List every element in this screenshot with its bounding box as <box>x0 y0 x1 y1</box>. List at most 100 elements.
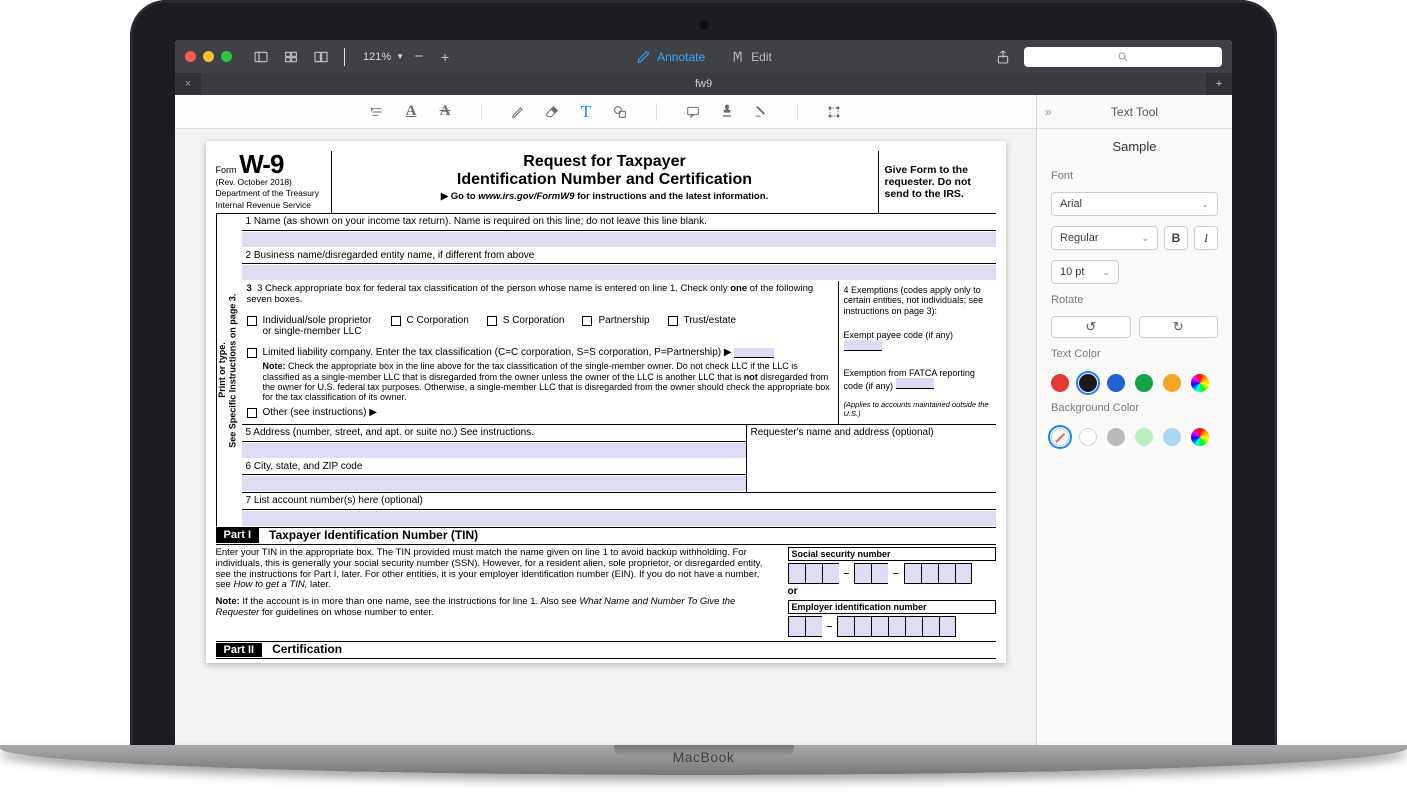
sidebar-toggle-icon[interactable] <box>250 47 272 67</box>
zoom-value[interactable]: 121% <box>363 51 391 63</box>
macbook-logo: MacBook <box>673 749 735 765</box>
bg-color-swatch-3[interactable] <box>1135 428 1153 446</box>
ex-payee-input[interactable] <box>844 340 882 351</box>
fullscreen-window[interactable] <box>221 51 232 62</box>
text-color-swatch-3[interactable] <box>1135 374 1153 392</box>
annotation-toolbar: A A T <box>175 95 1036 129</box>
annotate-mode-button[interactable]: Annotate <box>635 49 705 65</box>
tab-add-button[interactable]: + <box>1206 73 1232 95</box>
bg-color-swatch-2[interactable] <box>1107 428 1125 446</box>
bg-color-label: Background Color <box>1051 402 1218 414</box>
macbook-base: MacBook <box>0 745 1407 775</box>
input-account[interactable] <box>242 511 996 526</box>
font-family-select[interactable]: Arial ⌄ <box>1051 192 1218 216</box>
contact-sheet-icon[interactable] <box>280 47 302 67</box>
note-tool-icon[interactable] <box>683 102 703 122</box>
ex-title: 4 Exemptions (codes apply only to certai… <box>844 285 991 316</box>
input-address[interactable] <box>242 443 746 458</box>
zoom-out-button[interactable]: − <box>408 47 430 67</box>
zoom-in-button[interactable]: + <box>434 47 456 67</box>
text-color-swatch-1[interactable] <box>1079 374 1097 392</box>
inspector-title: Text Tool <box>1111 105 1158 119</box>
rotate-label: Rotate <box>1051 294 1218 306</box>
chevron-down-icon: ⌄ <box>1141 233 1149 244</box>
pdf-page: Form W-9 (Rev. October 2018) Department … <box>206 141 1006 663</box>
text-tool-icon[interactable]: T <box>576 102 596 122</box>
font-style-select[interactable]: Regular ⌄ <box>1051 226 1158 250</box>
edit-mode-button[interactable]: Edit <box>729 49 772 65</box>
llc-note: Note: Check the appropriate box in the l… <box>247 361 833 402</box>
italic-button[interactable]: I <box>1194 226 1218 250</box>
tab-fw9[interactable]: fw9 <box>201 73 1206 95</box>
collapse-inspector-icon[interactable]: » <box>1045 105 1052 119</box>
ssn-cells[interactable]: – – <box>788 563 996 584</box>
input-city[interactable] <box>242 476 746 491</box>
tab-close-button[interactable]: × <box>175 73 201 95</box>
tab-title: fw9 <box>695 78 712 90</box>
ex-payee: Exempt payee code (if any) <box>844 330 991 354</box>
bg-color-swatch-0[interactable] <box>1051 428 1069 446</box>
cb-partnership[interactable]: Partnership <box>582 315 649 327</box>
font-label: Font <box>1051 170 1218 182</box>
app-window: 121% ▼ − + Annotate Edit <box>175 40 1232 760</box>
chevron-down-icon[interactable]: ▼ <box>396 52 404 61</box>
ex-applies: (Applies to accounts maintained outside … <box>844 401 991 418</box>
bg-color-swatch-5[interactable] <box>1191 428 1209 446</box>
form-revision: (Rev. October 2018) <box>216 177 292 187</box>
search-input[interactable] <box>1024 47 1222 67</box>
give-form-note: Give Form to the requester. Do not send … <box>878 151 996 213</box>
requester-box: Requester's name and address (optional) <box>746 425 996 492</box>
ein-cells[interactable]: – <box>788 616 996 637</box>
pencil-tool-icon[interactable] <box>508 102 528 122</box>
ex-fatca-input[interactable] <box>896 378 934 389</box>
ex-fatca: Exemption from FATCA reporting code (if … <box>844 368 991 392</box>
form-title-1: Request for Taxpayer <box>340 153 870 171</box>
text-color-swatch-4[interactable] <box>1163 374 1181 392</box>
part1-label: Part I <box>216 528 260 543</box>
selection-tool-icon[interactable] <box>824 102 844 122</box>
separator <box>344 48 345 66</box>
input-name[interactable] <box>242 232 996 247</box>
goto-line: ▶ Go to www.irs.gov/FormW9 for instructi… <box>340 192 870 203</box>
close-window[interactable] <box>185 51 196 62</box>
font-size-select[interactable]: 10 pt ⌄ <box>1051 260 1119 284</box>
inspector-sidebar: » Text Tool Sample Font Arial ⌄ Regular <box>1037 95 1232 760</box>
two-page-icon[interactable] <box>310 47 332 67</box>
irs: Internal Revenue Service <box>216 200 311 210</box>
llc-class-input[interactable] <box>734 348 774 358</box>
cb-other[interactable]: Other (see instructions) ▶ <box>247 407 833 419</box>
line-6: 6 City, state, and ZIP code <box>242 459 746 476</box>
rotate-cw-button[interactable]: ↻ <box>1139 316 1219 338</box>
text-color-swatch-2[interactable] <box>1107 374 1125 392</box>
text-color-swatches <box>1051 370 1218 392</box>
strikethrough-tool-icon[interactable]: A <box>435 102 455 122</box>
side-instruction: Print or type. See Specific Instructions… <box>216 214 242 527</box>
sample-preview: Sample <box>1051 139 1218 154</box>
cb-s-corp[interactable]: S Corporation <box>487 315 565 327</box>
text-color-swatch-5[interactable] <box>1191 374 1209 392</box>
rotate-ccw-button[interactable]: ↺ <box>1051 316 1131 338</box>
exemptions-box: 4 Exemptions (codes apply only to certai… <box>838 281 996 424</box>
stamp-tool-icon[interactable] <box>717 102 737 122</box>
text-color-swatch-0[interactable] <box>1051 374 1069 392</box>
bg-color-swatch-4[interactable] <box>1163 428 1181 446</box>
separator <box>797 103 798 121</box>
bg-color-swatch-1[interactable] <box>1079 428 1097 446</box>
document-canvas[interactable]: Form W-9 (Rev. October 2018) Department … <box>175 129 1036 760</box>
line-7: 7 List account number(s) here (optional) <box>242 492 996 510</box>
cb-llc[interactable]: Limited liability company. Enter the tax… <box>247 347 833 359</box>
macbook-mockup: 121% ▼ − + Annotate Edit <box>0 0 1407 809</box>
underline-tool-icon[interactable]: A <box>401 102 421 122</box>
input-business[interactable] <box>242 265 996 280</box>
highlight-tool-icon[interactable] <box>367 102 387 122</box>
cb-trust[interactable]: Trust/estate <box>668 315 736 327</box>
chevron-down-icon: ⌄ <box>1102 267 1110 278</box>
share-icon[interactable] <box>992 47 1014 67</box>
bold-button[interactable]: B <box>1164 226 1188 250</box>
cb-individual[interactable]: Individual/sole proprietor or single-mem… <box>247 315 373 338</box>
minimize-window[interactable] <box>203 51 214 62</box>
eraser-tool-icon[interactable] <box>542 102 562 122</box>
signature-tool-icon[interactable] <box>751 102 771 122</box>
cb-c-corp[interactable]: C Corporation <box>391 315 469 327</box>
shape-tool-icon[interactable] <box>610 102 630 122</box>
